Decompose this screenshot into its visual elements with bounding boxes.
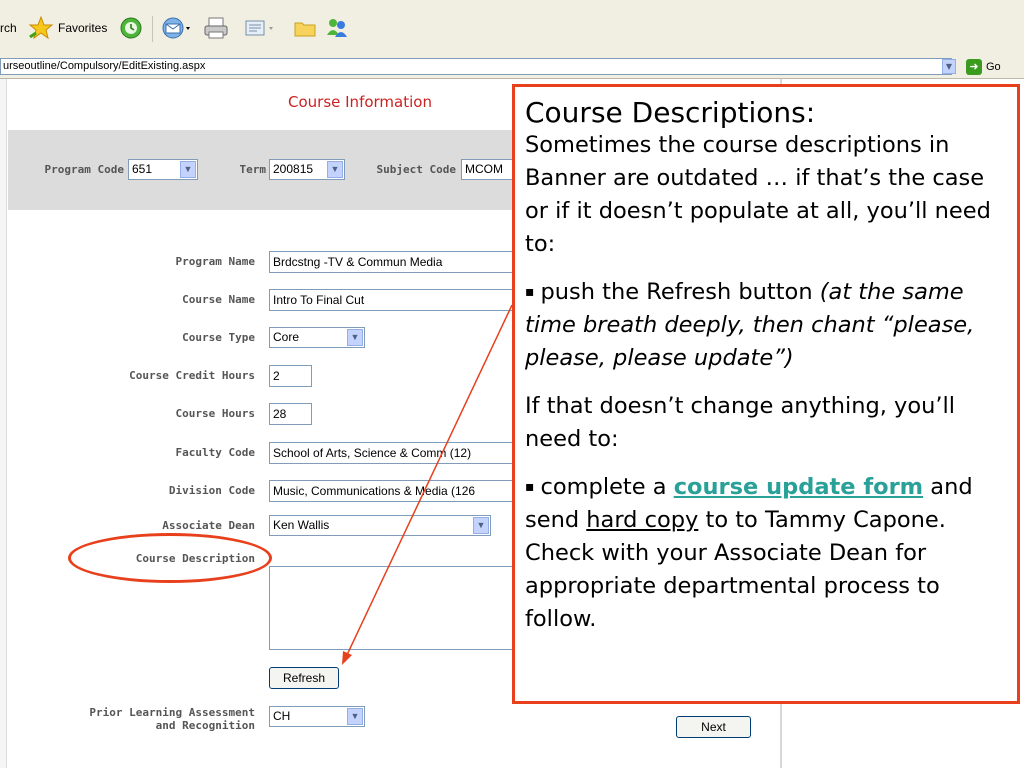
subject-code-label: Subject Code [376, 163, 456, 176]
associate-dean-select[interactable]: Ken Wallis ▼ [269, 515, 491, 536]
course-credit-hours-field[interactable]: 2 [269, 365, 312, 387]
term-select[interactable]: 200815 ▼ [269, 159, 345, 180]
history-icon [120, 17, 142, 39]
callout-bullet-form: complete a course update form and send h… [525, 471, 1007, 636]
hard-copy-text: hard copy [586, 507, 699, 533]
prior-learning-label-line1: Prior Learning Assessment [89, 706, 255, 719]
term-value: 200815 [273, 162, 314, 176]
edit-button[interactable] [242, 14, 276, 42]
edit-page-icon [245, 20, 273, 36]
division-code-label: Division Code [168, 484, 255, 497]
faculty-code-label: Faculty Code [175, 446, 255, 459]
messenger-icon [327, 19, 347, 37]
prior-learning-label: Prior Learning Assessment and Recognitio… [20, 706, 255, 732]
callout-bullet-refresh-text: push the Refresh button [540, 279, 820, 305]
chevron-down-icon: ▼ [347, 708, 363, 725]
callout-intro: Sometimes the course descriptions in Ban… [525, 132, 991, 257]
associate-dean-label: Associate Dean [162, 519, 255, 532]
go-label: Go [986, 61, 1001, 73]
printer-icon [204, 17, 228, 39]
toolbar-separator [152, 16, 153, 42]
address-bar: urseoutline/Compulsory/EditExisting.aspx… [0, 56, 1024, 79]
subject-code-select[interactable]: MCOM [461, 159, 513, 180]
callout-title: Course Descriptions: [525, 96, 816, 129]
prior-learning-select[interactable]: CH ▼ [269, 706, 365, 727]
callout-middle: If that doesn’t change anything, you’ll … [525, 393, 956, 452]
prior-learning-label-line2: and Recognition [155, 719, 255, 732]
chevron-down-icon: ▼ [945, 62, 953, 71]
chevron-down-icon: ▼ [180, 161, 196, 178]
go-button[interactable]: ➜ Go [966, 58, 1001, 76]
search-button[interactable]: rch [0, 14, 17, 42]
term-label: Term [239, 163, 267, 176]
star-icon [28, 15, 54, 40]
chevron-down-icon: ▼ [327, 161, 343, 178]
course-type-label: Course Type [182, 331, 255, 344]
mail-icon [162, 17, 190, 39]
course-name-label: Course Name [182, 293, 255, 306]
folder-icon [294, 22, 316, 37]
program-name-field[interactable]: Brdcstng -TV & Commun Media [269, 251, 514, 273]
division-code-field[interactable]: Music, Communications & Media (126 [269, 480, 514, 502]
next-button[interactable]: Next [676, 716, 751, 738]
messenger-button[interactable] [322, 14, 352, 42]
history-button[interactable] [118, 14, 144, 42]
mail-button[interactable] [160, 14, 194, 42]
chevron-down-icon: ▼ [347, 329, 363, 346]
search-label: rch [0, 21, 17, 35]
associate-dean-value: Ken Wallis [273, 518, 330, 532]
program-code-value: 651 [132, 162, 153, 176]
course-type-value: Core [273, 330, 300, 344]
favorites-button[interactable]: Favorites [28, 14, 107, 42]
address-input[interactable]: urseoutline/Compulsory/EditExisting.aspx [0, 58, 952, 75]
course-credit-hours-label: Course Credit Hours [129, 369, 255, 382]
prior-learning-value: CH [273, 709, 291, 723]
favorites-label: Favorites [58, 21, 108, 35]
page-left-edge [0, 79, 7, 768]
callout-bullet-form-a: complete a [540, 474, 674, 500]
course-name-field[interactable]: Intro To Final Cut [269, 289, 514, 311]
annotation-callout: Course Descriptions: Sometimes the cours… [512, 84, 1020, 704]
print-button[interactable] [202, 14, 230, 42]
program-name-label: Program Name [175, 255, 255, 268]
program-code-label: Program Code [44, 163, 124, 176]
page-title: Course Information [288, 93, 432, 111]
go-arrow-icon: ➜ [966, 59, 982, 75]
course-type-select[interactable]: Core ▼ [269, 327, 365, 348]
course-hours-label: Course Hours [175, 407, 255, 420]
program-code-select[interactable]: 651 ▼ [128, 159, 198, 180]
highlight-ellipse [68, 533, 272, 583]
course-hours-field[interactable]: 28 [269, 403, 312, 425]
chevron-down-icon: ▼ [473, 517, 489, 534]
course-description-textarea[interactable] [269, 566, 514, 650]
course-update-form-link[interactable]: course update form [674, 474, 923, 500]
browser-toolbar: rch Favorites [0, 0, 1024, 57]
callout-bullet-refresh: push the Refresh button (at the same tim… [525, 276, 1007, 375]
folder-button[interactable] [292, 14, 318, 42]
address-dropdown-button[interactable]: ▼ [942, 59, 956, 74]
faculty-code-field[interactable]: School of Arts, Science & Comm (12) [269, 442, 514, 464]
subject-code-value: MCOM [465, 162, 503, 176]
refresh-button[interactable]: Refresh [269, 667, 339, 689]
